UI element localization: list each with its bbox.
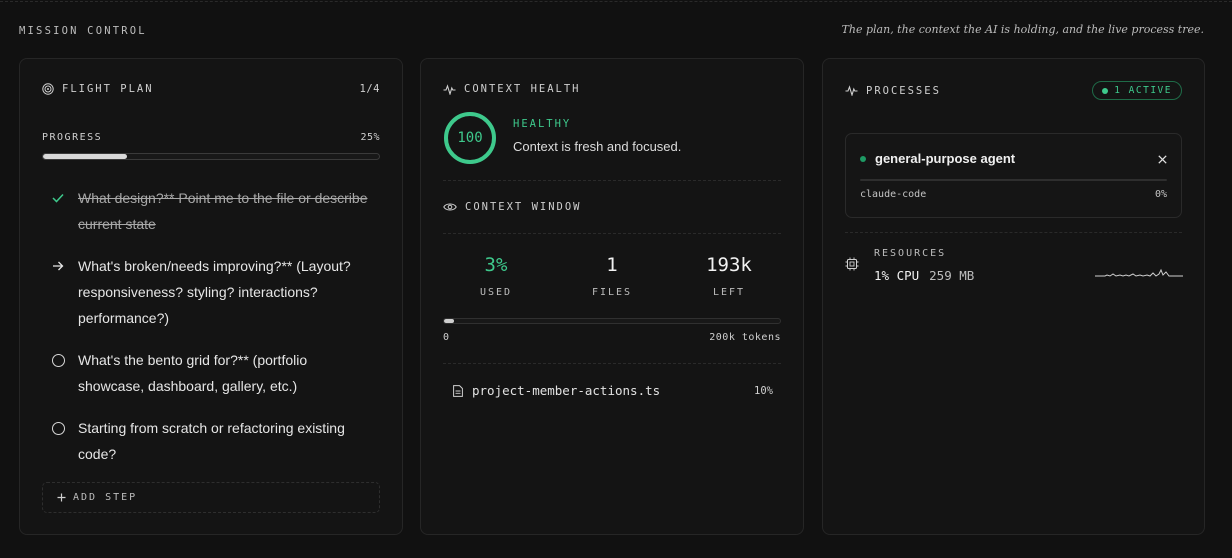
top-divider: [0, 1, 1232, 2]
add-step-label: ADD STEP: [73, 492, 138, 503]
cpu-usage: 1% CPU: [874, 268, 920, 283]
process-percent: 0%: [1154, 189, 1167, 200]
stat-label: USED: [479, 287, 513, 298]
plan-step[interactable]: What's the bento grid for?** (portfolio …: [50, 347, 370, 399]
flight-plan-title: FLIGHT PLAN: [62, 83, 154, 95]
status-dot: [860, 155, 866, 162]
context-panel: CONTEXT HEALTH 100 HEALTHY Context is fr…: [420, 58, 804, 535]
resources-label: RESOURCES: [874, 248, 947, 259]
progress-label: PROGRESS: [42, 132, 103, 143]
progress-bar-fill: [43, 154, 127, 159]
stat-left: 193k LEFT: [674, 254, 784, 298]
divider: [443, 180, 781, 181]
progress-bar: [42, 153, 380, 160]
progress-percent: 25%: [360, 132, 380, 143]
divider: [443, 233, 781, 234]
status-dot: [1102, 87, 1109, 94]
cpu-chip-icon: [845, 257, 859, 271]
active-badge: 1 ACTIVE: [1092, 81, 1182, 100]
context-health-title: CONTEXT HEALTH: [464, 83, 581, 95]
stat-label: LEFT: [712, 287, 746, 298]
process-card[interactable]: general-purpose agent claude-code 0%: [845, 133, 1182, 218]
section-subtitle: The plan, the context the AI is holding,…: [841, 23, 1204, 36]
plus-icon: [57, 493, 66, 502]
stat-value: 193k: [706, 254, 752, 276]
plan-step[interactable]: Starting from scratch or refactoring exi…: [50, 415, 370, 467]
process-source: claude-code: [860, 189, 927, 200]
flight-plan-header: FLIGHT PLAN 1/4: [42, 83, 380, 95]
progress-row: PROGRESS 25%: [42, 132, 380, 143]
context-health-header: CONTEXT HEALTH: [443, 83, 781, 95]
flight-plan-panel: FLIGHT PLAN 1/4 PROGRESS 25% What design…: [19, 58, 403, 535]
arrow-right-icon: [50, 253, 66, 279]
file-percent: 10%: [754, 384, 773, 397]
process-title: general-purpose agent: [860, 151, 1015, 166]
plan-step[interactable]: What design?** Point me to the file or d…: [50, 185, 370, 237]
circle-icon: [50, 347, 66, 373]
scale-min: 0: [443, 332, 450, 343]
circle-icon: [50, 415, 66, 441]
stat-used: 3% USED: [441, 254, 551, 298]
plan-step-text: What's broken/needs improving?** (Layout…: [78, 258, 351, 326]
plan-step-text: What design?** Point me to the file or d…: [78, 190, 368, 232]
process-progress-bar: [860, 179, 1167, 181]
context-usage-fill: [444, 319, 455, 323]
add-step-button[interactable]: ADD STEP: [42, 482, 380, 513]
eye-icon: [443, 202, 457, 212]
health-status: HEALTHY: [513, 118, 572, 130]
target-icon: [42, 83, 54, 95]
processes-panel: PROCESSES 1 ACTIVE general-purpose agent…: [822, 58, 1205, 535]
context-usage-bar: [443, 318, 781, 324]
context-window-title: CONTEXT WINDOW: [465, 201, 582, 213]
memory-usage: 259 MB: [929, 268, 975, 283]
stat-value: 3%: [484, 254, 508, 276]
context-window-header: CONTEXT WINDOW: [443, 201, 781, 213]
active-badge-label: 1 ACTIVE: [1114, 85, 1172, 96]
cpu-sparkline: [1095, 268, 1183, 277]
resource-values: 1% CPU 259 MB: [874, 268, 974, 283]
process-name: general-purpose agent: [875, 151, 1016, 166]
health-score: 100: [457, 130, 483, 146]
processes-header: PROCESSES 1 ACTIVE: [845, 81, 1182, 100]
check-icon: [50, 185, 66, 211]
context-file-row[interactable]: project-member-actions.ts 10%: [453, 383, 773, 398]
pulse-icon: [845, 85, 858, 96]
pulse-icon: [443, 83, 456, 95]
stat-value: 1: [606, 254, 618, 276]
stat-label: FILES: [591, 287, 633, 298]
file-name: project-member-actions.ts: [472, 383, 661, 398]
health-description: Context is fresh and focused.: [513, 139, 682, 154]
scale-max: 200k tokens: [709, 332, 781, 343]
processes-title: PROCESSES: [866, 84, 941, 97]
plan-step[interactable]: What's broken/needs improving?** (Layout…: [50, 253, 370, 331]
stat-files: 1 FILES: [557, 254, 667, 298]
step-count: 1/4: [359, 83, 380, 95]
divider: [845, 232, 1182, 233]
section-title: MISSION CONTROL: [19, 25, 147, 37]
plan-step-text: What's the bento grid for?** (portfolio …: [78, 352, 308, 394]
file-icon: [453, 384, 463, 397]
plan-step-text: Starting from scratch or refactoring exi…: [78, 420, 345, 462]
close-icon[interactable]: [1158, 151, 1167, 167]
divider: [443, 363, 781, 364]
